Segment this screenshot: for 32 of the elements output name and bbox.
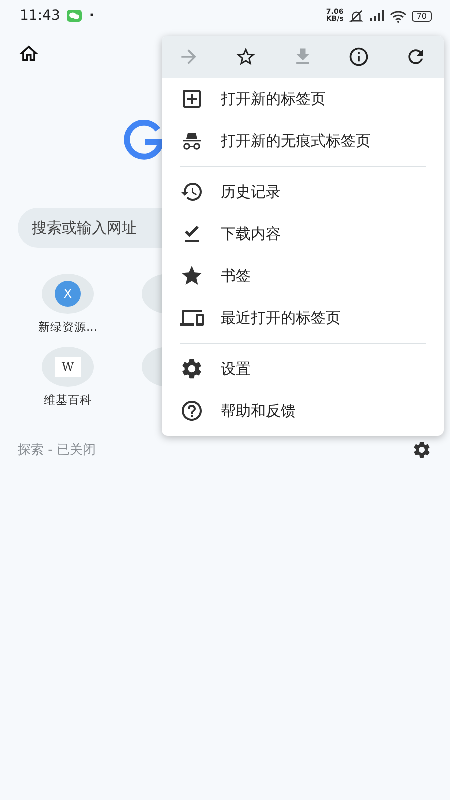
star-icon	[234, 46, 257, 68]
menu-item[interactable]: 下载内容	[162, 213, 444, 255]
shortcut-tile[interactable]: W	[42, 347, 94, 387]
settings-icon	[180, 357, 204, 381]
menu-item[interactable]: 设置	[162, 348, 444, 390]
discover-settings-button[interactable]	[412, 440, 432, 460]
logo-icon	[124, 120, 164, 160]
plus-box-icon	[180, 87, 204, 111]
menu-item[interactable]: 最近打开的标签页	[162, 297, 444, 339]
history-icon	[180, 180, 204, 204]
chat-app-icon	[67, 10, 82, 22]
shortcut-label: 维基百科	[44, 393, 92, 409]
signal-icon	[368, 10, 385, 22]
battery-level: 70	[412, 10, 432, 22]
menu-item[interactable]: 打开新的标签页	[162, 78, 444, 120]
settings-icon	[412, 440, 432, 460]
discover-status: 探索 - 已关闭	[18, 442, 96, 459]
menu-item[interactable]: 历史记录	[162, 171, 444, 213]
bookmark-button[interactable]	[234, 46, 257, 68]
help-icon	[180, 399, 204, 423]
menu-item[interactable]: 帮助和反馈	[162, 390, 444, 432]
menu-item[interactable]: 打开新的无痕式标签页	[162, 120, 444, 162]
clock: 11:43	[20, 8, 60, 24]
menu-item[interactable]: 书签	[162, 255, 444, 297]
shortcut-label: 新绿资源...	[38, 320, 98, 336]
wifi-icon	[390, 10, 407, 22]
wiki-icon: W	[55, 357, 81, 377]
info-icon	[348, 46, 370, 68]
muted-bell-icon	[348, 10, 364, 22]
info-button[interactable]	[348, 46, 370, 68]
notification-dot: ·	[89, 8, 95, 24]
site-letter-icon: X	[55, 281, 81, 307]
